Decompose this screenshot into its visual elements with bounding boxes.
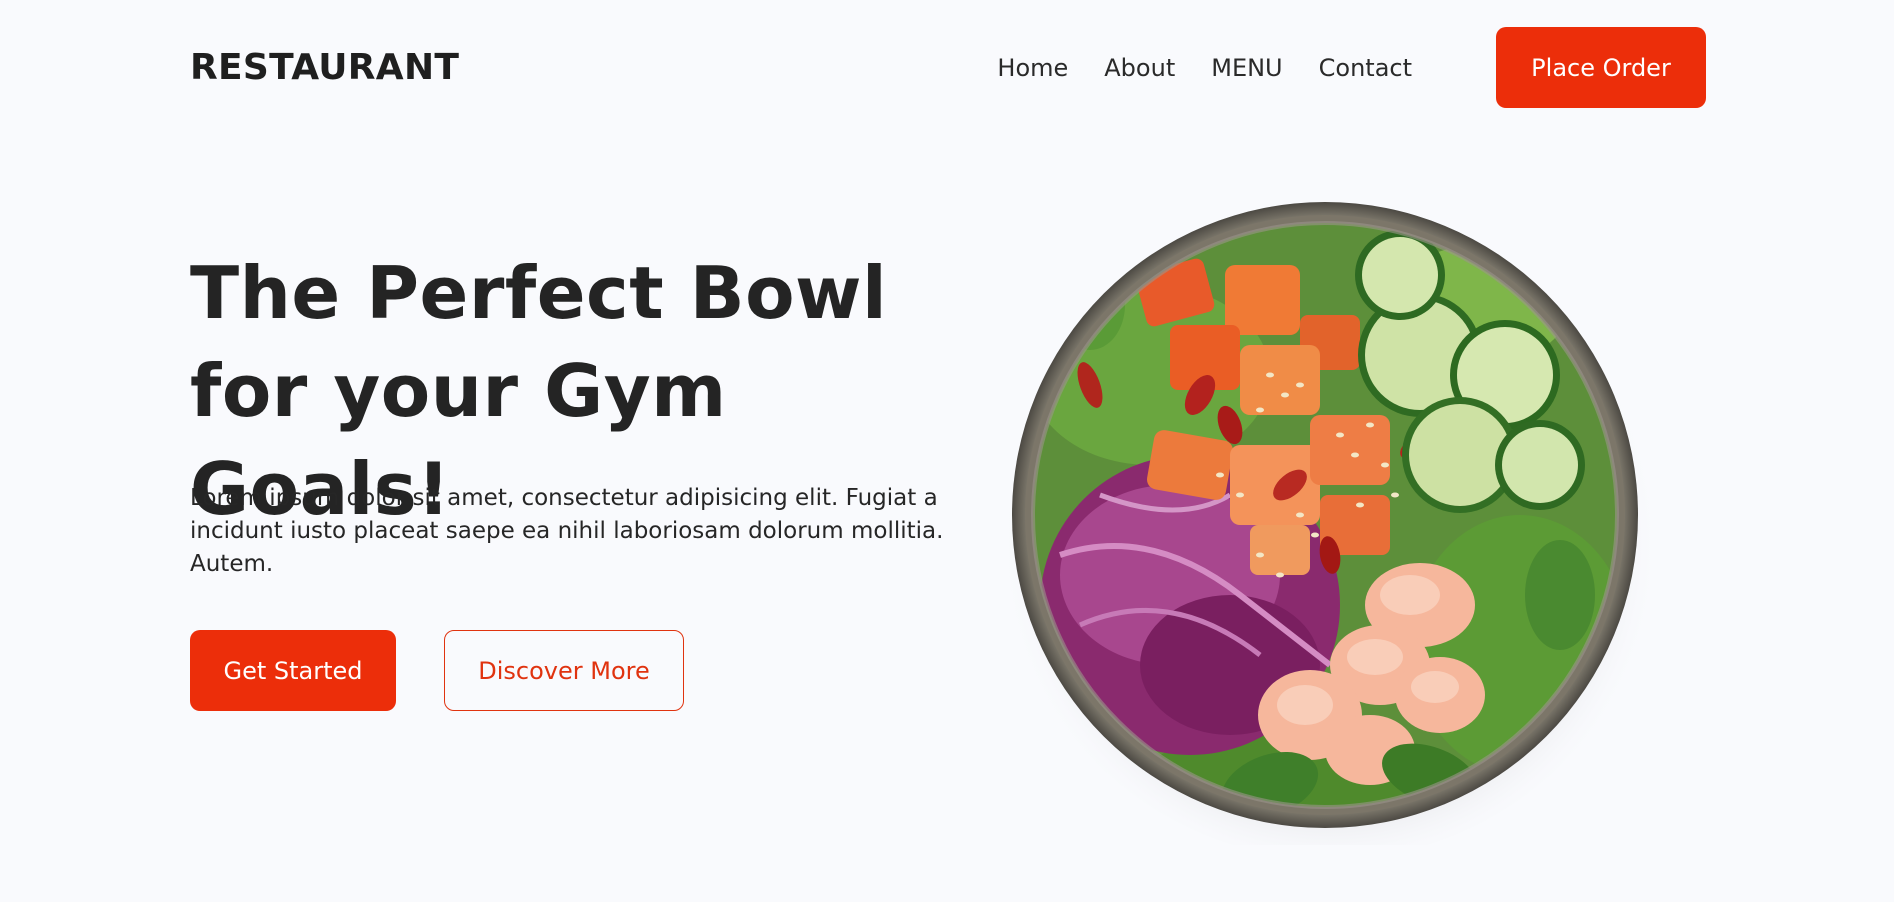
discover-more-button[interactable]: Discover More [444,630,684,711]
landing-page: RESTAURANT Home About MENU Contact Place… [0,0,1894,902]
nav-link-about[interactable]: About [1104,50,1175,86]
main-nav: Home About MENU Contact [997,50,1412,86]
salad-bowl-image [1000,195,1650,845]
get-started-button[interactable]: Get Started [190,630,396,711]
nav-link-menu[interactable]: MENU [1211,50,1282,86]
hero-description: Lorem ipsum dolor sit amet, consectetur … [190,485,944,577]
place-order-button[interactable]: Place Order [1496,27,1706,108]
nav-link-contact[interactable]: Contact [1319,50,1412,86]
site-logo[interactable]: RESTAURANT [190,46,459,90]
nav-link-home[interactable]: Home [997,50,1068,86]
